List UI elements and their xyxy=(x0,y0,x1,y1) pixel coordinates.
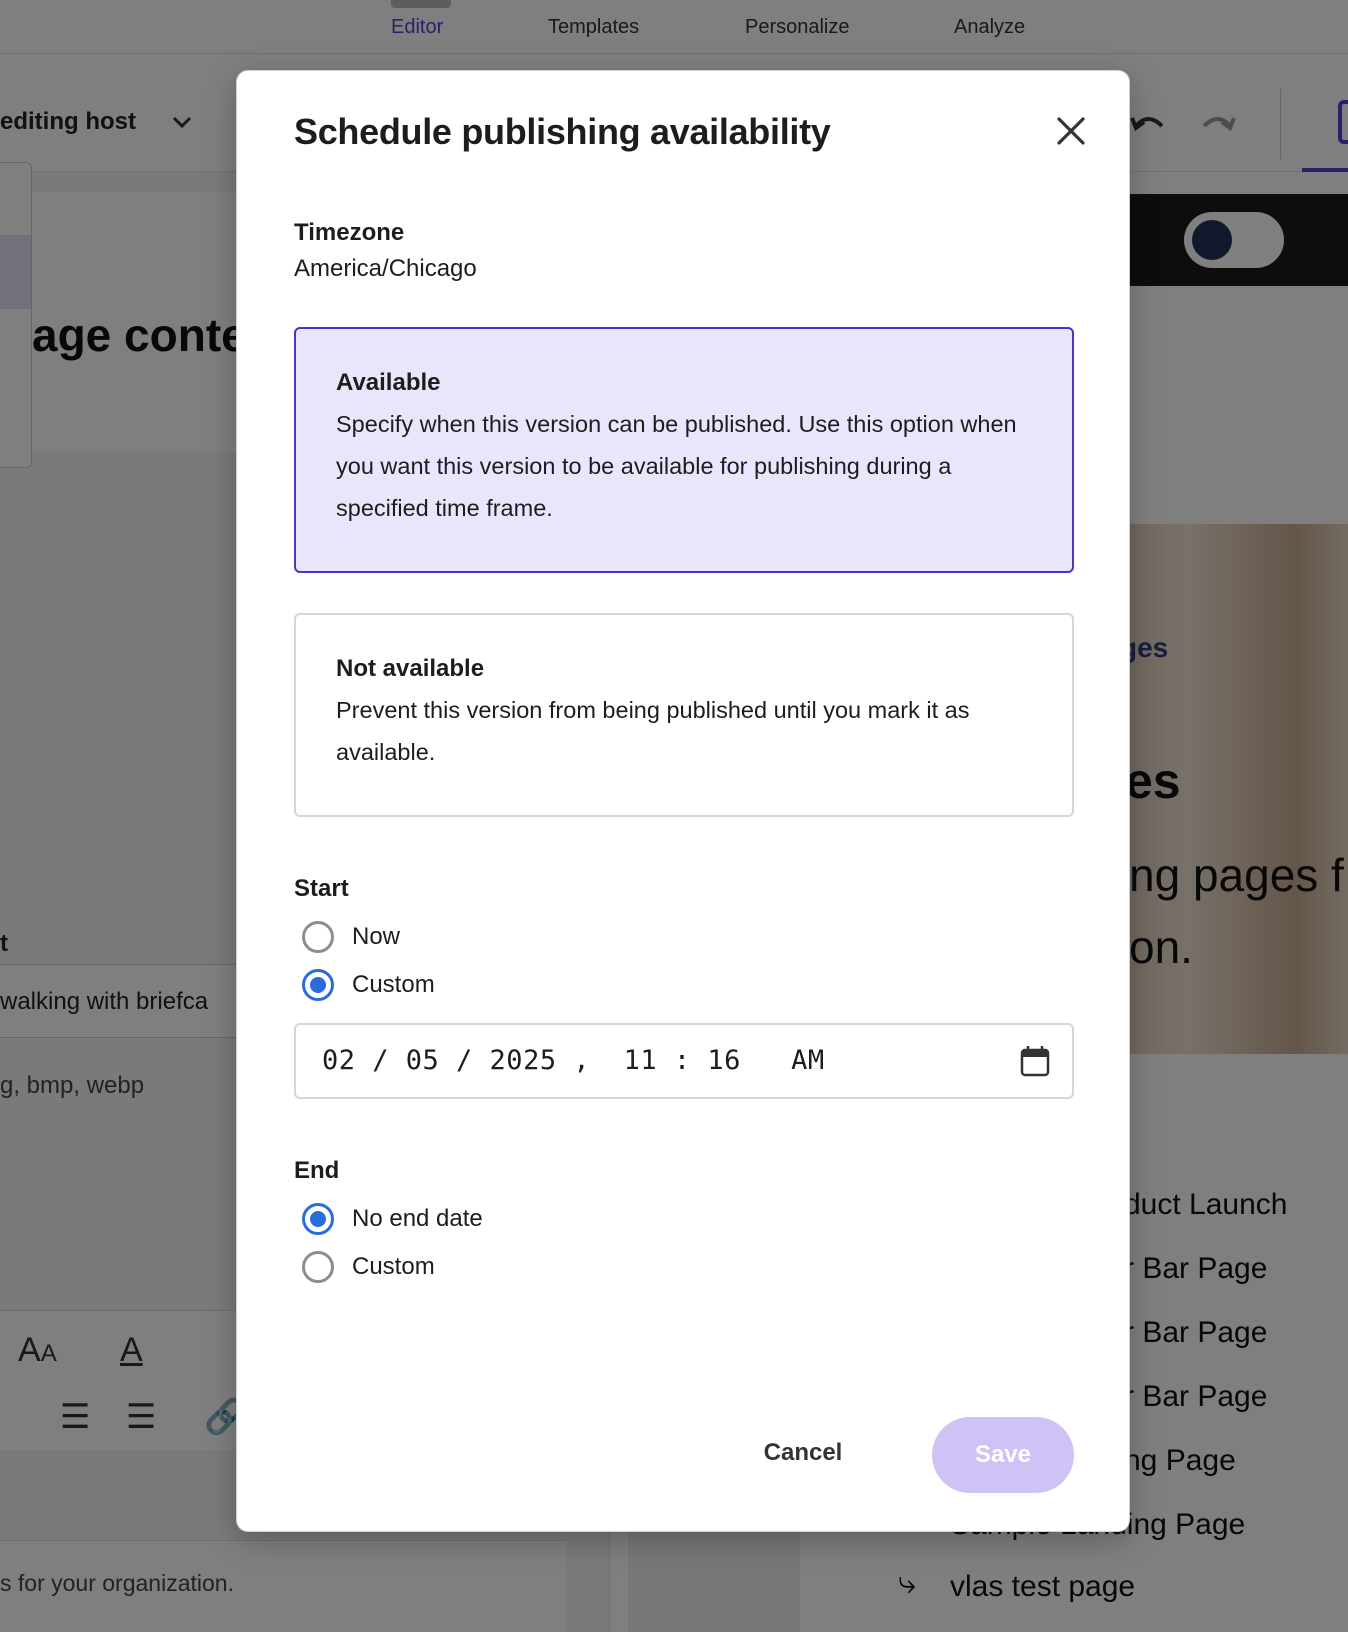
radio-circle-checked xyxy=(302,969,334,1001)
calendar-icon[interactable] xyxy=(1020,1045,1050,1077)
start-datetime-input[interactable]: 02 / 05 / 2025 , 11 : 16 AM xyxy=(294,1023,1074,1099)
dialog-title: Schedule publishing availability xyxy=(294,111,831,152)
radio-circle xyxy=(302,921,334,953)
timezone-value: America/Chicago xyxy=(294,255,477,282)
schedule-dialog: Schedule publishing availability Timezon… xyxy=(236,70,1130,1532)
save-button[interactable]: Save xyxy=(932,1417,1074,1493)
start-now-label: Now xyxy=(352,923,401,950)
radio-circle-checked xyxy=(302,1203,334,1235)
end-no-end-date-radio[interactable]: No end date xyxy=(302,1201,483,1237)
option-not-available-description: Prevent this version from being publishe… xyxy=(336,697,970,765)
start-now-radio[interactable]: Now xyxy=(302,919,400,955)
end-custom-label: Custom xyxy=(352,1253,435,1280)
end-no-end-date-label: No end date xyxy=(352,1205,483,1232)
start-custom-radio[interactable]: Custom xyxy=(302,967,435,1003)
end-label: End xyxy=(294,1157,340,1184)
option-available-description: Specify when this version can be publish… xyxy=(336,411,1017,521)
option-available-title: Available xyxy=(336,369,441,396)
timezone-label: Timezone xyxy=(294,219,405,246)
close-button[interactable] xyxy=(1051,111,1091,151)
start-label: Start xyxy=(294,875,349,902)
option-available-card[interactable]: Available Specify when this version can … xyxy=(294,327,1074,573)
end-custom-radio[interactable]: Custom xyxy=(302,1249,435,1285)
option-not-available-title: Not available xyxy=(336,655,485,682)
option-not-available-card[interactable]: Not available Prevent this version from … xyxy=(294,613,1074,817)
start-datetime-value: 02 / 05 / 2025 , 11 : 16 AM xyxy=(322,1045,825,1076)
cancel-button[interactable]: Cancel xyxy=(737,1417,869,1489)
radio-circle xyxy=(302,1251,334,1283)
start-custom-label: Custom xyxy=(352,971,435,998)
close-icon xyxy=(1057,117,1085,145)
